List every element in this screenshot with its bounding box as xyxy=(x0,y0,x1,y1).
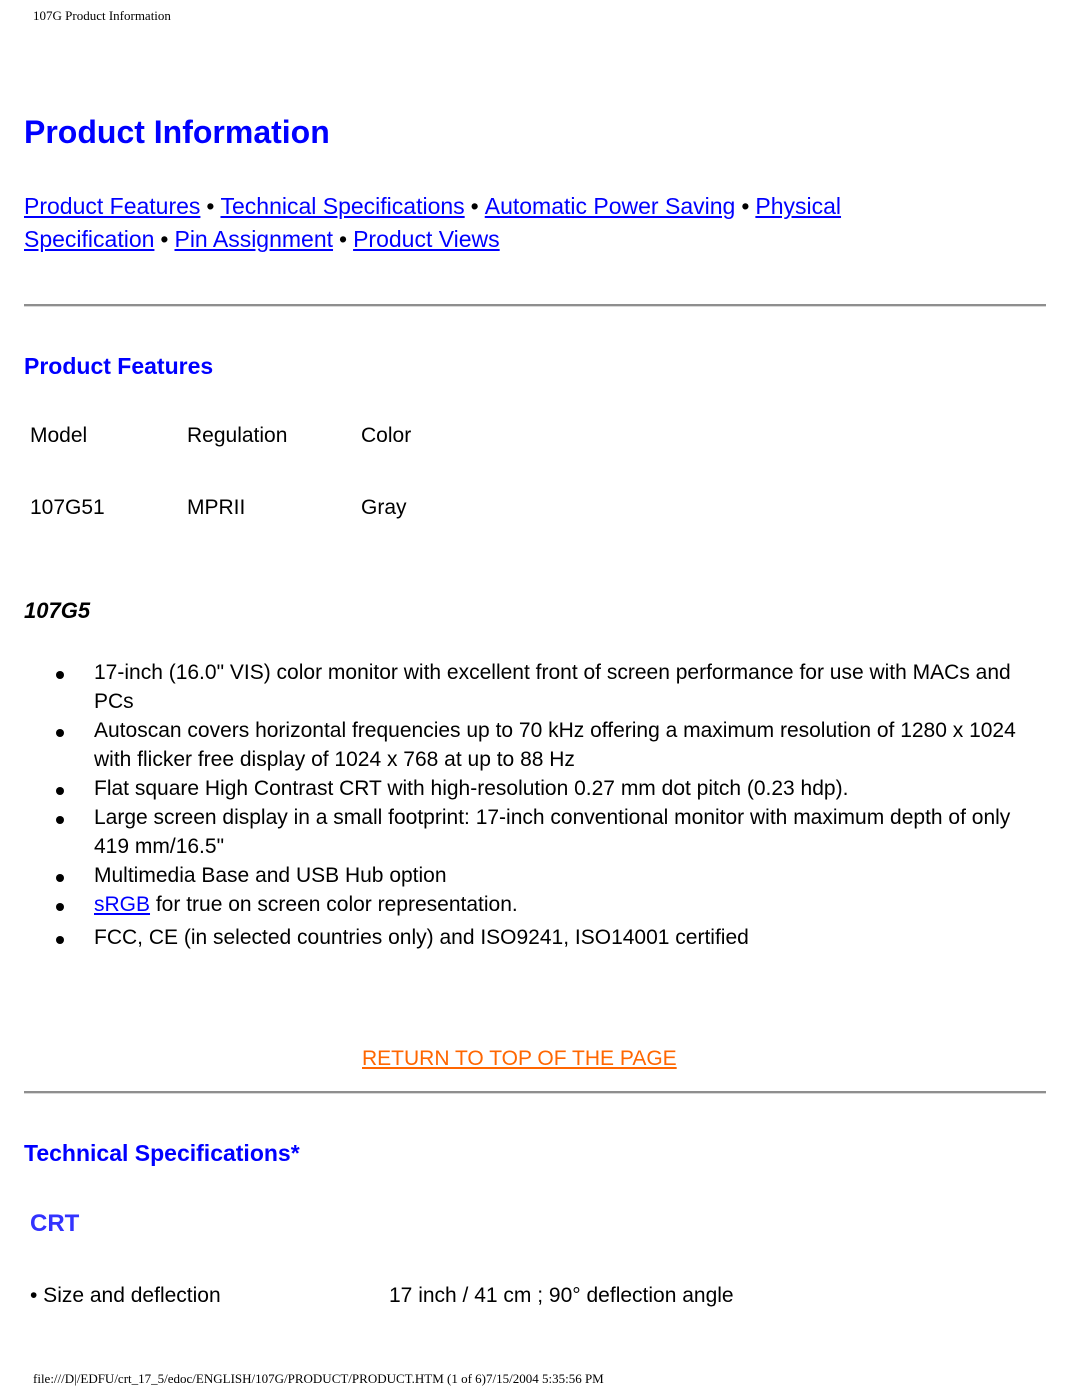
product-features-heading: Product Features xyxy=(24,353,214,379)
bullet-icon xyxy=(56,936,64,944)
table-header-model: Model xyxy=(30,424,88,447)
section-navigation: Product Features • Technical Specification… xyxy=(24,190,1024,256)
nav-separator: • xyxy=(339,226,348,252)
bullet-icon xyxy=(56,816,64,824)
nav-link-automatic-power-saving[interactable]: Automatic Power Saving xyxy=(485,193,736,219)
list-item-text: Autoscan covers horizontal frequencies u… xyxy=(94,719,1016,771)
list-item-text: Large screen display in a small footprin… xyxy=(94,806,1011,858)
nav-link-product-views[interactable]: Product Views xyxy=(353,226,500,252)
section-divider xyxy=(24,1091,1046,1094)
list-item-text: 17-inch (16.0" VIS) color monitor with e… xyxy=(94,661,1011,713)
list-item-text: Multimedia Base and USB Hub option xyxy=(94,864,447,887)
list-item: Autoscan covers horizontal frequencies u… xyxy=(54,716,1044,774)
section-divider xyxy=(24,304,1046,307)
list-item: FCC, CE (in selected countries only) and… xyxy=(54,923,1044,952)
nav-link-technical-specifications[interactable]: Technical Specifications xyxy=(220,193,464,219)
technical-specifications-heading: Technical Specifications* xyxy=(24,1140,300,1166)
table-header-regulation: Regulation xyxy=(187,424,288,447)
bullet-icon xyxy=(56,671,64,679)
spec-label: • Size and deflection xyxy=(30,1284,221,1307)
page-title: Product Information xyxy=(24,114,330,150)
nav-separator: • xyxy=(741,193,750,219)
list-item: Flat square High Contrast CRT with high-… xyxy=(54,774,1044,803)
list-item-text: FCC, CE (in selected countries only) and… xyxy=(94,926,749,949)
crt-subheading: CRT xyxy=(30,1210,80,1237)
model-heading: 107G5 xyxy=(24,598,91,623)
nav-separator: • xyxy=(470,193,479,219)
bullet-icon xyxy=(56,874,64,882)
bullet-icon xyxy=(56,729,64,737)
features-list: 17-inch (16.0" VIS) color monitor with e… xyxy=(54,658,1044,952)
nav-separator: • xyxy=(206,193,215,219)
list-item: Large screen display in a small footprin… xyxy=(54,803,1044,861)
table-cell-color: Gray xyxy=(361,496,407,519)
srgb-link[interactable]: sRGB xyxy=(94,893,150,916)
spec-value: 17 inch / 41 cm ; 90° deflection angle xyxy=(389,1284,734,1307)
list-item: Multimedia Base and USB Hub option xyxy=(54,861,1044,890)
bullet-icon xyxy=(56,903,64,911)
nav-link-pin-assignment[interactable]: Pin Assignment xyxy=(174,226,333,252)
document-header-title: 107G Product Information xyxy=(33,8,171,23)
return-to-top-link[interactable]: RETURN TO TOP OF THE PAGE xyxy=(362,1047,677,1071)
list-item-text: for true on screen color representation. xyxy=(150,893,518,916)
bullet-icon xyxy=(56,787,64,795)
table-cell-model: 107G51 xyxy=(30,496,105,519)
nav-separator: • xyxy=(160,226,169,252)
document-footer: file:///D|/EDFU/crt_17_5/edoc/ENGLISH/10… xyxy=(33,1371,604,1386)
list-item-text: Flat square High Contrast CRT with high-… xyxy=(94,777,849,800)
table-header-color: Color xyxy=(361,424,412,447)
nav-link-product-features[interactable]: Product Features xyxy=(24,193,200,219)
list-item: sRGB for true on screen color representa… xyxy=(54,890,1044,919)
table-cell-regulation: MPRII xyxy=(187,496,246,519)
list-item: 17-inch (16.0" VIS) color monitor with e… xyxy=(54,658,1044,716)
